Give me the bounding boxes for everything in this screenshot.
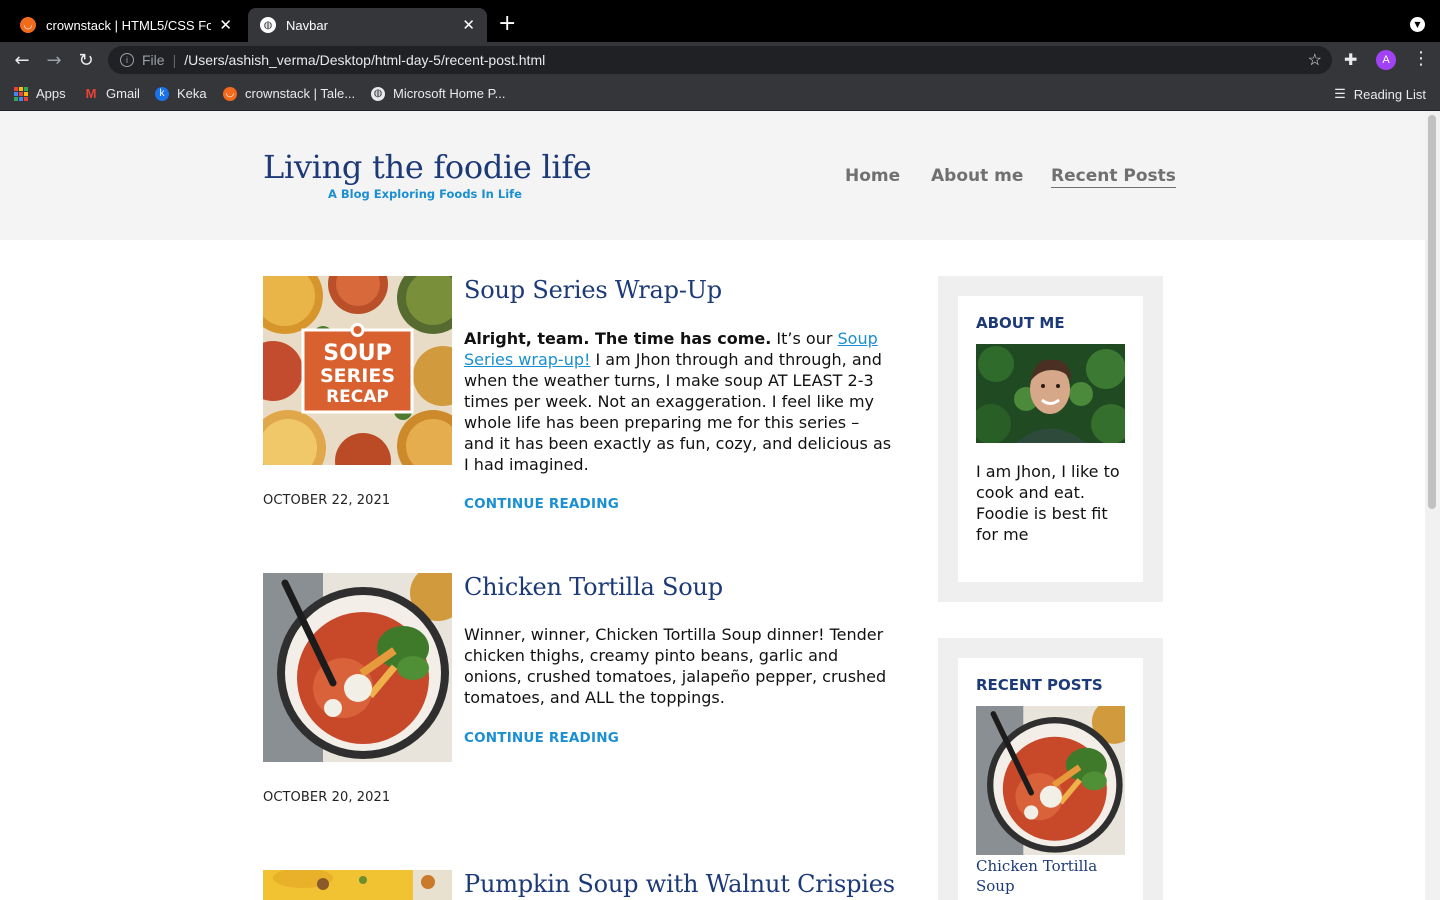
reading-list-icon: ☰ [1334,86,1346,101]
browser-toolbar: ← → ↻ i File | /Users/ashish_verma/Deskt… [0,42,1440,78]
bookmark-gmail[interactable]: M Gmail [84,86,140,101]
page-scrollbar[interactable] [1425,111,1440,900]
about-me-heading: ABOUT ME [976,314,1065,332]
gmail-icon: M [85,86,97,101]
tab-search-chevron-icon[interactable]: ▼ [1410,17,1425,32]
post-date: OCTOBER 22, 2021 [263,493,391,508]
browser-tab-bar: ◡ crownstack | HTML5/CSS For b ✕ ◍ Navba… [0,0,1440,42]
post-title[interactable]: Soup Series Wrap-Up [464,276,722,304]
site-logo[interactable]: Living the foodie life A Blog Exploring … [263,147,592,201]
bookmark-keka[interactable]: k Keka [155,86,207,101]
forward-arrow-icon[interactable]: → [42,48,66,72]
bookmark-label: Keka [177,86,207,101]
about-me-card: ABOUT ME I am Jhon, I like to cook and e… [958,296,1143,582]
close-tab-icon[interactable]: ✕ [462,16,475,34]
bookmark-star-icon[interactable]: ☆ [1308,50,1322,70]
crownstack-favicon-icon: ◡ [20,17,36,33]
reading-list-button[interactable]: ☰ Reading List [1334,86,1426,102]
browser-menu-icon[interactable]: ⋮ [1412,48,1430,69]
browser-tab-crownstack[interactable]: ◡ crownstack | HTML5/CSS For b ✕ [8,8,244,42]
nav-recent-posts-link[interactable]: Recent Posts [1051,166,1176,188]
post-date: OCTOBER 20, 2021 [263,790,391,805]
browser-tab-navbar[interactable]: ◍ Navbar ✕ [248,8,487,42]
reading-list-label: Reading List [1353,86,1426,102]
post-excerpt: Winner, winner, Chicken Tortilla Soup di… [464,625,887,707]
reload-icon[interactable]: ↻ [74,48,98,72]
address-bar[interactable]: i File | /Users/ashish_verma/Desktop/htm… [108,46,1332,74]
bookmark-label: Gmail [106,86,140,101]
scrollbar-thumb[interactable] [1428,115,1436,509]
nav-home-link[interactable]: Home [845,166,900,186]
profile-avatar[interactable]: A [1376,50,1396,70]
author-photo [976,344,1125,443]
post-pumpkin-soup: Pumpkin Soup with Walnut Crispies [263,870,895,900]
thumb-text-series: SERIES [320,365,395,387]
tab-title: crownstack | HTML5/CSS For b [46,17,212,33]
recent-post-thumbnail[interactable] [976,706,1125,855]
soup-series-recap-image[interactable]: SOUP SERIES RECAP [263,276,452,465]
apps-grid-icon [14,86,28,101]
recent-post-link[interactable]: Chicken Tortilla Soup [976,856,1125,896]
site-info-icon[interactable]: i [120,53,134,67]
excerpt-text: It’s our [771,329,838,348]
pumpkin-soup-image[interactable] [263,870,452,900]
continue-reading-link[interactable]: CONTINUE READING [464,730,619,746]
post-title[interactable]: Pumpkin Soup with Walnut Crispies [464,870,895,898]
bookmark-label: crownstack | Tale... [245,86,356,101]
post-title[interactable]: Chicken Tortilla Soup [464,573,723,601]
page-viewport: Living the foodie life A Blog Exploring … [0,111,1425,900]
about-me-widget: ABOUT ME I am Jhon, I like to cook and e… [938,276,1163,602]
url-separator: | [172,52,177,68]
post-excerpt: Alright, team. The time has come. It’s o… [464,328,894,475]
close-tab-icon[interactable]: ✕ [219,16,232,34]
thumb-text-soup: SOUP [323,341,392,366]
site-tagline: A Blog Exploring Foods In Life [328,187,522,201]
chicken-tortilla-soup-image[interactable] [263,573,452,762]
thumb-text-recap: RECAP [326,387,389,407]
bookmark-label: Microsoft Home P... [393,86,506,101]
url-scheme-label: File [142,52,165,68]
back-arrow-icon[interactable]: ← [10,48,34,72]
recent-posts-card: RECENT POSTS Chicken Tortilla Soup [958,658,1143,900]
continue-reading-link[interactable]: CONTINUE READING [464,496,619,512]
bookmarks-bar: Apps M Gmail k Keka ◡ crownstack | Tale.… [0,78,1440,111]
site-title[interactable]: Living the foodie life [263,147,592,187]
url-text[interactable]: /Users/ashish_verma/Desktop/html-day-5/r… [184,52,545,68]
bookmark-apps[interactable]: Apps [14,86,66,101]
bookmark-label: Apps [36,86,66,101]
nav-about-link[interactable]: About me [931,166,1023,186]
keka-icon: k [155,86,169,101]
about-me-text: I am Jhon, I like to cook and eat. Foodi… [976,462,1120,544]
post-chicken-tortilla-soup: OCTOBER 20, 2021 Chicken Tortilla Soup W… [263,573,893,833]
site-header: Living the foodie life A Blog Exploring … [0,111,1425,240]
excerpt-bold-intro: Alright, team. The time has come. [464,329,772,348]
extensions-puzzle-icon[interactable]: ✚ [1344,50,1357,69]
globe-favicon-icon: ◍ [260,17,276,33]
bookmark-crownstack[interactable]: ◡ crownstack | Tale... [223,86,355,101]
crownstack-icon: ◡ [223,86,237,101]
recent-posts-widget: RECENT POSTS Chicken Tortilla Soup [938,638,1163,900]
tab-title: Navbar [286,17,328,33]
new-tab-plus-icon[interactable]: + [498,12,516,36]
post-soup-series: SOUP SERIES RECAP OCTOBER 22, 2021 Soup … [263,276,893,536]
bookmark-microsoft-home[interactable]: ◍ Microsoft Home P... [371,86,505,101]
globe-icon: ◍ [371,86,385,101]
recent-posts-heading: RECENT POSTS [976,676,1103,694]
